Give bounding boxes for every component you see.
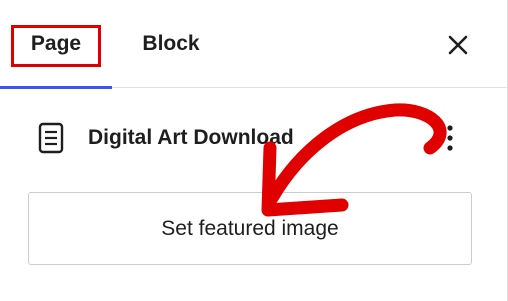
tab-page[interactable]: Page: [0, 0, 112, 89]
sidebar-tabs: Page Block: [0, 0, 508, 89]
tab-block-label: Block: [142, 32, 200, 55]
more-vertical-icon: [447, 125, 453, 151]
set-featured-image-label: Set featured image: [161, 216, 339, 240]
set-featured-image-button[interactable]: Set featured image: [28, 192, 472, 265]
tab-block[interactable]: Block: [125, 0, 217, 88]
page-document-icon: [36, 120, 66, 156]
post-summary: Digital Art Download: [36, 118, 466, 158]
annotation-highlight-box: [11, 25, 101, 67]
post-actions-button[interactable]: [440, 122, 460, 154]
close-sidebar-button[interactable]: [438, 25, 478, 65]
settings-sidebar: Page Block Digital Art Download Set feat…: [0, 0, 508, 301]
close-icon: [448, 35, 468, 55]
active-tab-indicator: [0, 86, 112, 89]
post-title: Digital Art Download: [88, 126, 294, 149]
